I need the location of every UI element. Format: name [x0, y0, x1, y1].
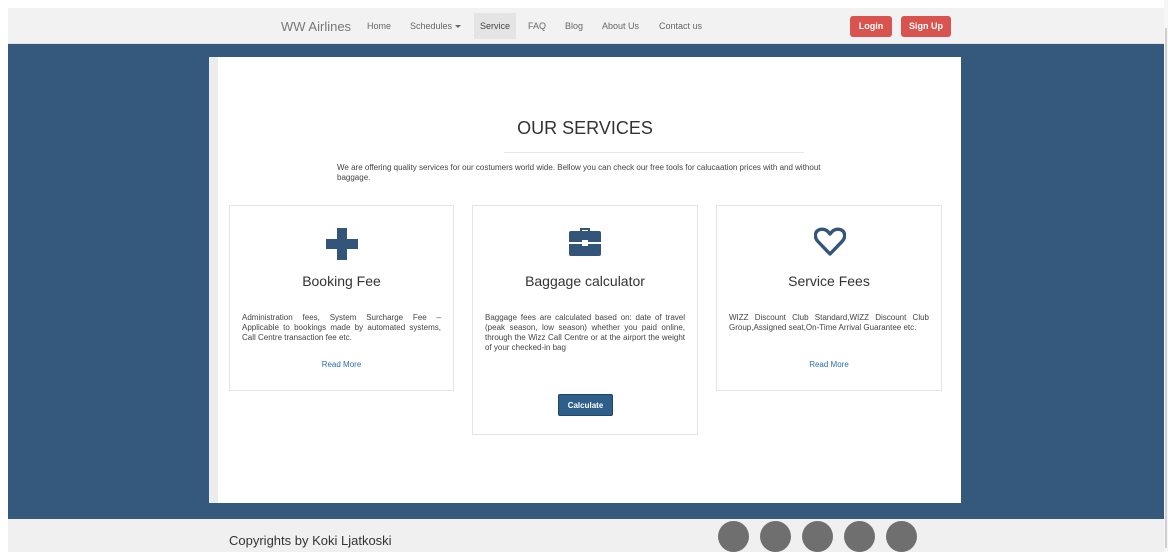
- social-icon-3[interactable]: [802, 521, 833, 552]
- footer: Copyrights by Koki Ljatkoski: [8, 519, 1164, 552]
- brand-logo[interactable]: WW Airlines: [281, 19, 351, 34]
- plus-icon: [326, 228, 358, 260]
- navbar: WW Airlines Home Schedules Service FAQ B…: [8, 8, 1164, 44]
- card-text: Administration fees, System Surcharge Fe…: [242, 313, 441, 342]
- nav-blog[interactable]: Blog: [565, 21, 583, 31]
- card-title: Booking Fee: [302, 273, 381, 289]
- read-more-link[interactable]: Read More: [230, 360, 453, 369]
- top-strip: [0, 0, 1168, 8]
- read-more-link[interactable]: Read More: [717, 360, 941, 369]
- card-baggage-calculator: Baggage calculator Baggage fees are calc…: [472, 205, 698, 435]
- social-icon-2[interactable]: [760, 521, 791, 552]
- chevron-down-icon: [455, 25, 462, 29]
- nav-home[interactable]: Home: [367, 21, 391, 31]
- nav-contact-us[interactable]: Contact us: [659, 21, 702, 31]
- card-text: Baggage fees are calculated based on: da…: [485, 313, 685, 352]
- briefcase-icon: [569, 228, 601, 256]
- card-booking-fee: Booking Fee Administration fees, System …: [229, 205, 454, 391]
- vertical-scrollbar[interactable]: [1164, 0, 1168, 552]
- card-title: Baggage calculator: [525, 273, 645, 289]
- nav-schedules-label: Schedules: [410, 21, 453, 31]
- nav-schedules-dropdown[interactable]: Schedules: [410, 21, 462, 31]
- intro-text: We are offering quality services for our…: [337, 163, 821, 182]
- scrollbar-thumb[interactable]: [1165, 28, 1167, 548]
- title-divider: [504, 152, 804, 153]
- card-text: WIZZ Discount Club Standard,WIZZ Discoun…: [729, 313, 929, 332]
- social-icon-5[interactable]: [886, 521, 917, 552]
- nav-service[interactable]: Service: [474, 13, 517, 39]
- social-icon-1[interactable]: [718, 521, 749, 552]
- heart-icon: [814, 227, 846, 256]
- copyright-text: Copyrights by Koki Ljatkoski: [229, 533, 392, 548]
- signup-button[interactable]: Sign Up: [901, 16, 951, 37]
- card-title: Service Fees: [788, 273, 870, 289]
- nav-about-us[interactable]: About Us: [602, 21, 639, 31]
- calculate-button[interactable]: Calculate: [558, 394, 613, 416]
- login-button[interactable]: Login: [850, 16, 892, 37]
- services-panel: OUR SERVICES We are offering quality ser…: [209, 57, 961, 503]
- card-service-fees: Service Fees WIZZ Discount Club Standard…: [716, 205, 942, 391]
- page-title: OUR SERVICES: [517, 118, 653, 138]
- social-icon-4[interactable]: [844, 521, 875, 552]
- nav-faq[interactable]: FAQ: [528, 21, 546, 31]
